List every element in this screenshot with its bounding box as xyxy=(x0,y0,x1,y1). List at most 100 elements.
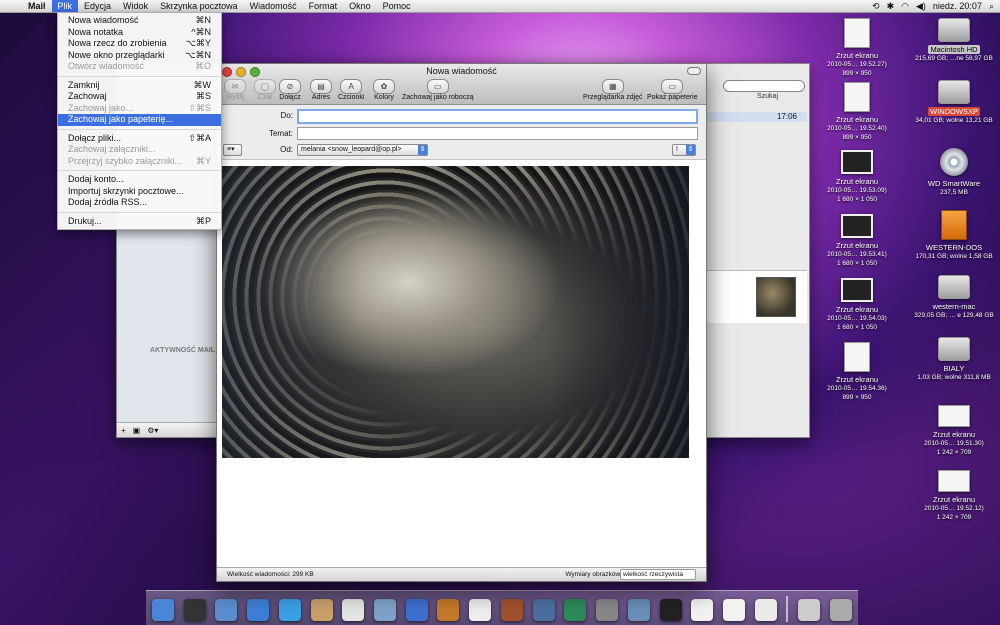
bluetooth-icon[interactable]: ✱ xyxy=(887,1,895,12)
desktop-icon[interactable]: WESTERN-DOS 170,31 GB; wolne 1,58 GB xyxy=(909,210,999,261)
desktop-icon[interactable]: Zrzut ekranu 2010-05… 19.52.12) 1 242 × 70… xyxy=(909,470,999,522)
ical-icon[interactable] xyxy=(342,599,365,621)
desktop-icon[interactable]: Zrzut ekranu 2010-05… 19.52.27) 899 × 950 xyxy=(812,18,902,78)
menu-edycja[interactable]: Edycja xyxy=(78,0,117,12)
desktop-icon[interactable]: Zrzut ekranu 2010-05… 19.54.03) 1 680 × 1 … xyxy=(812,278,902,332)
draft-icon: ▭ xyxy=(426,79,449,94)
file-menu-item[interactable]: Dodaj konto... xyxy=(58,174,221,186)
menu-plik[interactable]: Plik xyxy=(51,0,79,12)
subject-field[interactable] xyxy=(297,127,698,140)
iphoto-icon[interactable] xyxy=(374,599,397,621)
menu-item-label: Zachowaj załączniki... xyxy=(68,144,156,154)
menu-pomoc[interactable]: Pomoc xyxy=(377,0,417,12)
file-menu-item[interactable]: Zachowaj jako papeterię... xyxy=(58,114,221,126)
image-capture-icon[interactable] xyxy=(437,599,460,621)
document-icon[interactable] xyxy=(691,599,714,621)
file-menu-item[interactable]: Importuj skrzynki pocztowe... xyxy=(58,186,221,198)
menu-skrzynka[interactable]: Skrzynka pocztowa xyxy=(154,0,244,12)
desktop-icon-dimensions: 1 242 × 709 xyxy=(936,449,972,456)
desktop-icon[interactable]: WD SmartWare 237,5 MB xyxy=(909,148,999,197)
menu-item-label: Dodaj źródła RSS... xyxy=(68,197,148,207)
desktop-icon[interactable]: Zrzut ekranu 2010-05… 19.53.41) 1 680 × 1 … xyxy=(812,214,902,268)
menu-wiadomosc[interactable]: Wiadomość xyxy=(244,0,303,12)
desktop-icon[interactable]: Zrzut ekranu 2010-05… 19.52.40) 899 × 950 xyxy=(812,82,902,142)
menu-app-mail[interactable]: Mail xyxy=(22,0,52,12)
file-menu-item[interactable]: Nowa notatka ^⌘N xyxy=(58,27,221,39)
desktop-icon[interactable]: Zrzut ekranu 2010-05… 19.53.09) 1 680 × 1 … xyxy=(812,150,902,204)
add-mailbox-button[interactable]: + xyxy=(121,426,126,435)
file-menu-item[interactable]: Dołącz pliki... ⇧⌘A xyxy=(58,133,221,145)
ichat-icon[interactable] xyxy=(278,599,301,621)
file-menu-item[interactable]: Zachowaj ⌘S xyxy=(58,91,221,103)
spotlight-icon[interactable]: ⌕ xyxy=(989,1,994,12)
downloads-icon[interactable] xyxy=(798,599,821,621)
desktop-icon[interactable]: WINDOWSXP 34,01 GB; wolne 13,21 GB xyxy=(909,80,999,125)
desktop-icon-label: Macintosh HD xyxy=(928,45,980,54)
wifi-icon[interactable]: ◠ xyxy=(901,1,909,12)
desktop-icon-detail: 237,5 MB xyxy=(940,189,968,196)
desktop-icon[interactable]: Zrzut ekranu 2010-05… 19.54.36) 899 × 950 xyxy=(812,342,902,402)
desktop-icon[interactable]: western-mac 329,05 GB; … e 129,48 GB xyxy=(909,275,999,320)
menu-okno[interactable]: Okno xyxy=(343,0,377,12)
menu-format[interactable]: Format xyxy=(303,0,344,12)
system-preferences-icon[interactable] xyxy=(596,599,619,621)
garageband-icon[interactable] xyxy=(500,599,523,621)
finder-icon[interactable] xyxy=(152,599,174,621)
time-machine-icon[interactable] xyxy=(564,599,587,621)
document-icon[interactable] xyxy=(754,599,777,621)
x11-icon[interactable] xyxy=(659,599,682,621)
file-menu-item[interactable]: Nowa wiadomość ⌘N xyxy=(58,15,221,27)
priority-select[interactable]: ! ⇕ xyxy=(672,144,696,156)
file-menu-item[interactable]: Nowa rzecz do zrobienia ⌥⌘Y xyxy=(58,38,221,50)
to-field[interactable] xyxy=(297,109,698,124)
desktop-icon-dimensions: 899 × 950 xyxy=(842,394,872,401)
address-button[interactable]: ▤ Adres xyxy=(310,79,332,101)
desktop-icon-detail: 329,05 GB; … e 129,48 GB xyxy=(914,312,994,319)
desktop-icon[interactable]: BIALY 1,03 GB; wolne 311,8 MB xyxy=(909,337,999,382)
fonts-button[interactable]: A Czcionki xyxy=(338,79,364,101)
desktop-icon-detail: 2010-05… 19.52.27) xyxy=(827,61,887,68)
compose-titlebar: Nowa wiadomość ✉ Wyślij ◯ Czat ⊘ Dołącz ▤ Ad… xyxy=(217,64,706,105)
search-input[interactable] xyxy=(723,80,805,92)
spaces-icon[interactable] xyxy=(532,599,555,621)
menu-separator xyxy=(58,170,221,171)
trash-icon[interactable] xyxy=(829,599,852,621)
from-select[interactable]: melania <snow_leopard@op.pl> ⇕ xyxy=(297,144,428,156)
safari-icon[interactable] xyxy=(247,599,270,621)
image-size-select[interactable]: wielkość rzeczywista xyxy=(620,569,696,580)
message-row-selected[interactable]: 17:06 xyxy=(705,112,807,122)
send-button[interactable]: ✉ Wyślij xyxy=(224,79,246,101)
photo-icon[interactable] xyxy=(627,599,650,621)
volume-icon[interactable]: ◀) xyxy=(916,1,926,12)
clock[interactable]: niedz. 20:07 xyxy=(933,1,982,11)
file-menu-item[interactable]: Zamknij ⌘W xyxy=(58,80,221,92)
time-machine-menu-icon[interactable]: ⟲ xyxy=(872,1,880,12)
itunes-icon[interactable] xyxy=(405,599,428,621)
mail-stamp-icon[interactable] xyxy=(215,599,238,621)
document-icon[interactable] xyxy=(722,599,745,621)
action-gear-button[interactable]: ⚙▾ xyxy=(147,426,158,435)
show-stationery-button[interactable]: ▭ Pokaż papeterie xyxy=(647,79,698,101)
desktop-icon[interactable]: Zrzut ekranu 2010-05… 19.51.30) 1 242 × 70… xyxy=(909,405,999,457)
file-menu-item[interactable]: Dodaj źródła RSS... xyxy=(58,197,221,209)
desktop-icon-detail: 2010-05… 19.52.40) xyxy=(827,125,887,132)
dashboard-icon[interactable] xyxy=(183,599,206,621)
desktop-icon[interactable]: Macintosh HD 215,69 GB; …ne 58,97 GB xyxy=(909,18,999,63)
file-menu-item[interactable]: Nowe okno przeglądarki ⌥⌘N xyxy=(58,50,221,62)
address-book-icon[interactable] xyxy=(310,599,333,621)
toolbar-toggle-button[interactable] xyxy=(687,67,701,75)
save-draft-button[interactable]: ▭ Zachowaj jako roboczą xyxy=(402,79,474,101)
menu-widok[interactable]: Widok xyxy=(117,0,154,12)
file-menu-item[interactable]: Drukuj... ⌘P xyxy=(58,216,221,228)
screenshot-file-icon xyxy=(938,470,970,492)
show-activity-button[interactable]: ▣ xyxy=(133,426,141,435)
chat-button[interactable]: ◯ Czat xyxy=(254,79,276,101)
dock-separator xyxy=(786,596,789,622)
menu-item-label: Nowe okno przeglądarki xyxy=(68,49,165,60)
photo-browser-icon: ▦ xyxy=(601,79,624,94)
preview-icon[interactable] xyxy=(469,599,492,621)
colors-button[interactable]: ✿ Kolory xyxy=(373,79,395,101)
chevron-updown-icon: ⇕ xyxy=(418,145,427,155)
attach-button[interactable]: ⊘ Dołącz xyxy=(279,79,301,101)
photo-browser-button[interactable]: ▦ Przeglądarka zdjęć xyxy=(583,79,643,101)
